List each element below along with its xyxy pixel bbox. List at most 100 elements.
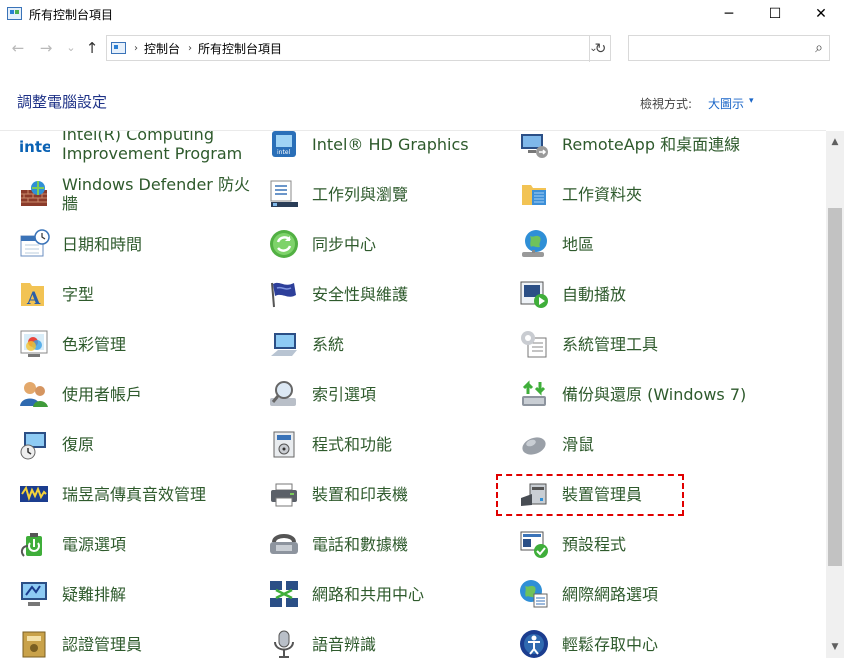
control-panel-item[interactable]: 同步中心 — [268, 219, 508, 269]
control-panel-item[interactable]: 電話和數據機 — [268, 519, 508, 569]
scroll-up-icon[interactable]: ▲ — [826, 133, 844, 151]
power-options-icon — [18, 528, 50, 560]
default-programs-icon — [518, 528, 550, 560]
refresh-icon[interactable]: ↻ — [589, 36, 611, 62]
scroll-thumb[interactable] — [828, 208, 842, 566]
vertical-scrollbar[interactable]: ▲ ▼ — [826, 131, 844, 658]
control-panel-item[interactable]: 色彩管理 — [18, 319, 258, 369]
up-arrow-icon[interactable]: ↑ — [83, 39, 101, 57]
control-panel-item-label: Windows Defender 防火牆 — [62, 175, 250, 213]
control-panel-item-label: 色彩管理 — [62, 334, 127, 354]
control-panel-item-label: 使用者帳戶 — [62, 384, 143, 404]
control-panel-item[interactable]: 安全性與維護 — [268, 269, 508, 319]
control-panel-item[interactable]: 地區 — [518, 219, 818, 269]
devices-printers-icon — [268, 478, 300, 510]
breadcrumb-separator-icon: › — [134, 42, 138, 54]
autoplay-icon — [518, 278, 550, 310]
control-panel-item[interactable]: 疑難排解 — [18, 569, 258, 619]
control-panel-item[interactable]: 日期和時間 — [18, 219, 258, 269]
control-panel-item[interactable]: 裝置和印表機 — [268, 469, 508, 519]
control-panel-item-label: 工作列與瀏覽 — [312, 184, 409, 204]
control-panel-item-label: 復原 — [62, 434, 95, 454]
control-panel-items: intel Intel(R) Computing Improvement Prog… — [0, 131, 826, 658]
admin-tools-icon — [518, 328, 550, 360]
view-by-dropdown[interactable]: 大圖示 — [708, 95, 744, 112]
control-panel-item-label: 裝置管理員 — [562, 484, 643, 504]
region-icon — [518, 228, 550, 260]
recovery-icon — [18, 428, 50, 460]
control-panel-address-icon — [111, 42, 126, 54]
svg-text:intel: intel — [19, 138, 50, 156]
recent-locations-icon[interactable]: ⌄ — [62, 41, 80, 54]
control-panel-item[interactable]: RemoteApp 和桌面連線 — [518, 131, 818, 169]
control-panel-item-label: 自動播放 — [562, 284, 627, 304]
control-panel-item-label: RemoteApp 和桌面連線 — [562, 134, 741, 154]
control-panel-item[interactable]: 輕鬆存取中心 — [518, 619, 818, 658]
indexing-icon — [268, 378, 300, 410]
control-panel-item[interactable]: 電源選項 — [18, 519, 258, 569]
credential-manager-icon — [18, 628, 50, 658]
work-folders-icon — [518, 178, 550, 210]
control-panel-item[interactable]: intel Intel(R) Computing Improvement Prog… — [18, 131, 258, 169]
control-panel-item[interactable]: 網際網路選項 — [518, 569, 818, 619]
fonts-icon: A — [18, 278, 50, 310]
control-panel-item[interactable]: 語音辨識 — [268, 619, 508, 658]
security-flag-icon — [268, 278, 300, 310]
svg-text:intel: intel — [277, 149, 291, 156]
control-panel-item[interactable]: 備份與還原 (Windows 7) — [518, 369, 818, 419]
control-panel-item[interactable]: A 字型 — [18, 269, 258, 319]
control-panel-item[interactable]: 索引選項 — [268, 369, 508, 419]
programs-features-icon — [268, 428, 300, 460]
navigation-bar: ← → ⌄ ↑ › 控制台 › 所有控制台項目 ⌄ ↻ ⌕ — [0, 33, 844, 65]
scroll-down-icon[interactable]: ▼ — [826, 638, 844, 656]
control-panel-item-label: 滑鼠 — [562, 434, 595, 454]
search-icon: ⌕ — [815, 40, 823, 56]
close-button[interactable]: ✕ — [798, 0, 844, 28]
back-arrow-icon[interactable]: ← — [9, 39, 27, 57]
address-bar[interactable]: › 控制台 › 所有控制台項目 ⌄ — [106, 35, 611, 61]
backup-restore-icon — [518, 378, 550, 410]
control-panel-item-label: 裝置和印表機 — [312, 484, 409, 504]
control-panel-item-label: 同步中心 — [312, 234, 377, 254]
control-panel-item[interactable]: 預設程式 — [518, 519, 818, 569]
forward-arrow-icon[interactable]: → — [37, 39, 55, 57]
control-panel-item[interactable]: 程式和功能 — [268, 419, 508, 469]
system-icon — [268, 328, 300, 360]
control-panel-item[interactable]: 復原 — [18, 419, 258, 469]
title-bar: 所有控制台項目 ─ ☐ ✕ — [0, 0, 844, 28]
ease-of-access-icon — [518, 628, 550, 658]
chevron-down-icon[interactable]: ▾ — [749, 96, 754, 106]
control-panel-item[interactable]: 瑞昱高傳真音效管理 — [18, 469, 258, 519]
control-panel-item-label: 疑難排解 — [62, 584, 127, 604]
control-panel-item[interactable]: 系統 — [268, 319, 508, 369]
control-panel-item-label: Intel® HD Graphics — [312, 134, 469, 154]
control-panel-item[interactable]: 系統管理工具 — [518, 319, 818, 369]
control-panel-item[interactable]: 網路和共用中心 — [268, 569, 508, 619]
search-input[interactable]: ⌕ — [628, 35, 830, 61]
control-panel-item[interactable]: intel Intel® HD Graphics — [268, 131, 508, 169]
control-panel-item[interactable]: 工作資料夾 — [518, 169, 818, 219]
intel-icon: intel — [18, 131, 50, 160]
control-panel-item-label: 安全性與維護 — [312, 284, 409, 304]
control-panel-item[interactable]: 使用者帳戶 — [18, 369, 258, 419]
control-panel-item[interactable]: 認證管理員 — [18, 619, 258, 658]
control-panel-item[interactable]: Windows Defender 防火牆 — [18, 169, 258, 219]
breadcrumb-control-panel[interactable]: 控制台 — [144, 40, 180, 57]
control-panel-item[interactable]: 裝置管理員 — [518, 469, 818, 519]
control-panel-item-label: 工作資料夾 — [562, 184, 643, 204]
control-panel-item-label: 索引選項 — [312, 384, 377, 404]
control-panel-item[interactable]: 工作列與瀏覽 — [268, 169, 508, 219]
taskbar-icon — [268, 178, 300, 210]
breadcrumb-separator-icon: › — [188, 42, 193, 54]
minimize-button[interactable]: ─ — [706, 0, 752, 28]
page-title: 調整電腦設定 — [17, 93, 108, 111]
control-panel-item-label: 備份與還原 (Windows 7) — [562, 384, 747, 404]
control-panel-item[interactable]: 滑鼠 — [518, 419, 818, 469]
phone-modem-icon — [268, 528, 300, 560]
breadcrumb-all-items[interactable]: 所有控制台項目 — [198, 40, 282, 57]
control-panel-item-label: 預設程式 — [562, 534, 627, 554]
control-panel-item[interactable]: 自動播放 — [518, 269, 818, 319]
troubleshooting-icon — [18, 578, 50, 610]
control-panel-item-label: 電話和數據機 — [312, 534, 409, 554]
maximize-button[interactable]: ☐ — [752, 0, 798, 28]
